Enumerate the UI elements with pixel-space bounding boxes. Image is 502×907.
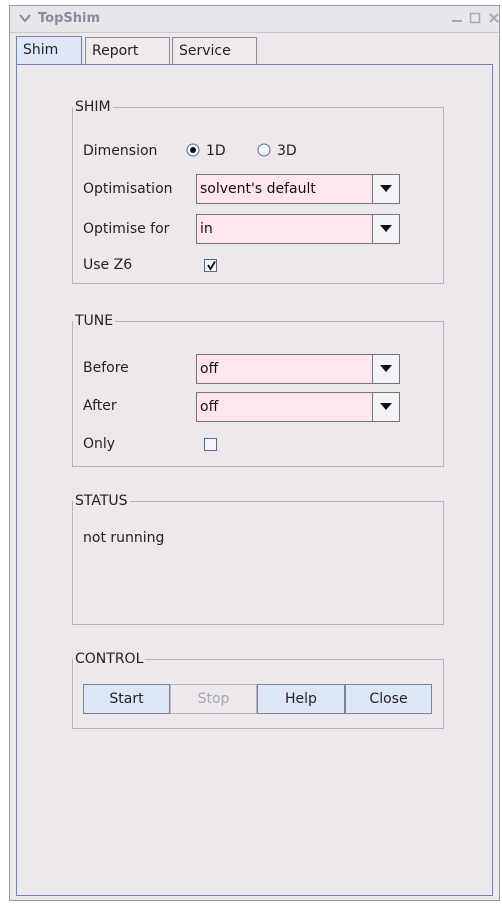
shim-tab-panel: SHIM Dimension 1D 3D Optimisation solven…: [16, 64, 493, 896]
stop-button[interactable]: Stop: [170, 684, 257, 714]
control-group: CONTROL Start Stop Help Close: [72, 650, 444, 729]
only-label: Only: [83, 436, 116, 452]
close-window-icon[interactable]: [487, 11, 501, 25]
use-z6-label: Use Z6: [83, 257, 133, 273]
collapse-chevron-icon[interactable]: [18, 11, 32, 25]
optimise-for-value: in: [200, 221, 213, 237]
before-select[interactable]: off: [196, 354, 400, 384]
status-group: STATUS not running: [72, 492, 444, 625]
dimension-1d-label[interactable]: 1D: [206, 142, 226, 160]
tune-group: TUNE Before off After off Only: [72, 312, 444, 467]
dropdown-arrow-icon[interactable]: [372, 393, 399, 421]
tab-report[interactable]: Report: [85, 37, 170, 65]
minimize-icon[interactable]: [450, 11, 464, 25]
tab-service[interactable]: Service: [172, 37, 257, 65]
dropdown-arrow-icon[interactable]: [372, 355, 399, 383]
status-text: not running: [83, 530, 165, 546]
after-label: After: [83, 398, 117, 414]
tune-group-title: TUNE: [73, 312, 116, 330]
control-group-title: CONTROL: [73, 650, 146, 668]
status-group-title: STATUS: [73, 492, 130, 510]
dimension-label: Dimension: [83, 143, 158, 159]
dimension-3d-radio[interactable]: [257, 143, 271, 157]
dimension-1d-radio[interactable]: [186, 143, 200, 157]
dropdown-arrow-icon[interactable]: [372, 215, 399, 243]
help-button[interactable]: Help: [257, 684, 345, 714]
before-label: Before: [83, 360, 129, 376]
shim-group: SHIM Dimension 1D 3D Optimisation solven…: [72, 98, 444, 284]
dropdown-arrow-icon[interactable]: [372, 175, 399, 203]
start-button[interactable]: Start: [83, 684, 170, 714]
optimisation-value: solvent's default: [200, 181, 316, 197]
shim-group-title: SHIM: [73, 98, 113, 116]
after-value: off: [200, 399, 219, 415]
title-bar[interactable]: TopShim: [10, 6, 499, 33]
optimisation-label: Optimisation: [83, 181, 173, 197]
window-title: TopShim: [38, 11, 100, 26]
dimension-3d-label[interactable]: 3D: [277, 142, 297, 160]
topshim-window: TopShim Shim Report Service SHIM Dimensi…: [9, 5, 500, 901]
tab-shim[interactable]: Shim: [16, 36, 82, 65]
maximize-icon[interactable]: [468, 11, 482, 25]
use-z6-checkbox[interactable]: [204, 259, 217, 272]
optimisation-select[interactable]: solvent's default: [196, 174, 400, 204]
optimise-for-label: Optimise for: [83, 221, 170, 237]
only-checkbox[interactable]: [204, 438, 217, 451]
close-button[interactable]: Close: [345, 684, 432, 714]
optimise-for-select[interactable]: in: [196, 214, 400, 244]
before-value: off: [200, 361, 219, 377]
after-select[interactable]: off: [196, 392, 400, 422]
